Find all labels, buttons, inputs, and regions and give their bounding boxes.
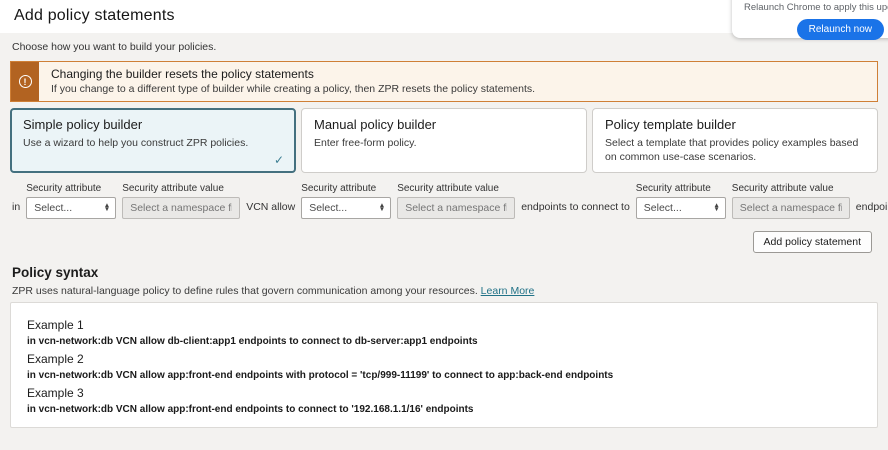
example-label: Example 1 bbox=[27, 318, 861, 332]
card-manual-policy-builder[interactable]: Manual policy builder Enter free-form po… bbox=[301, 108, 587, 173]
learn-more-link[interactable]: Learn More bbox=[481, 285, 535, 297]
warning-accent-strip: ! bbox=[11, 62, 39, 101]
card-policy-template-builder[interactable]: Policy template builder Select a templat… bbox=[592, 108, 878, 173]
chrome-popup-actions: Relaunch now bbox=[744, 19, 888, 40]
alert-circle-icon: ! bbox=[19, 75, 32, 88]
builder-cards-row: Simple policy builder Use a wizard to he… bbox=[10, 108, 878, 173]
policy-syntax-description: ZPR uses natural-language policy to defi… bbox=[12, 285, 878, 297]
policy-syntax-heading: Policy syntax bbox=[12, 265, 878, 280]
warning-body: Changing the builder resets the policy s… bbox=[39, 62, 547, 101]
select-value: Select... bbox=[644, 202, 682, 214]
field-label: Security attribute value bbox=[122, 183, 240, 194]
field-label: Security attribute bbox=[26, 183, 116, 194]
example-label: Example 2 bbox=[27, 352, 861, 366]
security-attribute-value-input-3[interactable] bbox=[732, 197, 850, 219]
security-attribute-select-1[interactable]: Select... ▲▼ bbox=[26, 197, 116, 219]
card-description: Select a template that provides policy e… bbox=[605, 136, 865, 164]
security-attribute-value-input-2[interactable] bbox=[397, 197, 515, 219]
field-label: Security attribute bbox=[301, 183, 391, 194]
statement-connector: endpoints to connect to bbox=[521, 201, 630, 219]
statement-connector: endpoints bbox=[856, 201, 888, 219]
security-attribute-field-3: Security attribute Select... ▲▼ bbox=[636, 183, 726, 219]
card-simple-policy-builder[interactable]: Simple policy builder Use a wizard to he… bbox=[10, 108, 296, 173]
warning-text: If you change to a different type of bui… bbox=[51, 83, 535, 95]
add-policy-statement-button[interactable]: Add policy statement bbox=[753, 231, 872, 253]
field-label: Security attribute value bbox=[732, 183, 850, 194]
example-statement: in vcn-network:db VCN allow app:front-en… bbox=[27, 404, 861, 415]
example-statement: in vcn-network:db VCN allow app:front-en… bbox=[27, 370, 861, 381]
security-attribute-value-field-2: Security attribute value bbox=[397, 183, 515, 219]
builder-intro-text: Choose how you want to build your polici… bbox=[12, 41, 876, 53]
add-statement-row: Add policy statement bbox=[10, 231, 872, 253]
example-statement: in vcn-network:db VCN allow db-client:ap… bbox=[27, 336, 861, 347]
security-attribute-select-2[interactable]: Select... ▲▼ bbox=[301, 197, 391, 219]
security-attribute-value-field-1: Security attribute value bbox=[122, 183, 240, 219]
chrome-update-message: Relaunch Chrome to apply this update bbox=[744, 2, 888, 13]
chrome-update-popup: Relaunch Chrome to apply this update Rel… bbox=[732, 0, 888, 38]
builder-panel: Choose how you want to build your polici… bbox=[0, 33, 888, 450]
check-icon: ✓ bbox=[274, 153, 284, 167]
policy-statement-row: in Security attribute Select... ▲▼ Secur… bbox=[12, 183, 878, 219]
example-label: Example 3 bbox=[27, 386, 861, 400]
statement-connector: VCN allow bbox=[246, 201, 295, 219]
field-label: Security attribute bbox=[636, 183, 726, 194]
warning-banner: ! Changing the builder resets the policy… bbox=[10, 61, 878, 102]
security-attribute-select-3[interactable]: Select... ▲▼ bbox=[636, 197, 726, 219]
policy-examples-box: Example 1 in vcn-network:db VCN allow db… bbox=[10, 302, 878, 428]
select-value: Select... bbox=[34, 202, 72, 214]
page-title: Add policy statements bbox=[14, 7, 175, 24]
card-title: Policy template builder bbox=[605, 117, 865, 132]
statement-prefix: in bbox=[12, 201, 20, 219]
card-title: Simple policy builder bbox=[23, 117, 283, 132]
chevron-updown-icon: ▲▼ bbox=[104, 204, 110, 212]
card-description: Enter free-form policy. bbox=[314, 136, 574, 150]
policy-syntax-section: Policy syntax ZPR uses natural-language … bbox=[10, 265, 878, 428]
chevron-updown-icon: ▲▼ bbox=[379, 204, 385, 212]
security-attribute-field-1: Security attribute Select... ▲▼ bbox=[26, 183, 116, 219]
select-value: Select... bbox=[309, 202, 347, 214]
security-attribute-field-2: Security attribute Select... ▲▼ bbox=[301, 183, 391, 219]
card-title: Manual policy builder bbox=[314, 117, 574, 132]
chevron-updown-icon: ▲▼ bbox=[713, 204, 719, 212]
warning-title: Changing the builder resets the policy s… bbox=[51, 67, 535, 81]
security-attribute-value-input-1[interactable] bbox=[122, 197, 240, 219]
relaunch-now-button[interactable]: Relaunch now bbox=[797, 19, 884, 40]
security-attribute-value-field-3: Security attribute value bbox=[732, 183, 850, 219]
field-label: Security attribute value bbox=[397, 183, 515, 194]
description-text: ZPR uses natural-language policy to defi… bbox=[12, 285, 478, 297]
card-description: Use a wizard to help you construct ZPR p… bbox=[23, 136, 283, 150]
